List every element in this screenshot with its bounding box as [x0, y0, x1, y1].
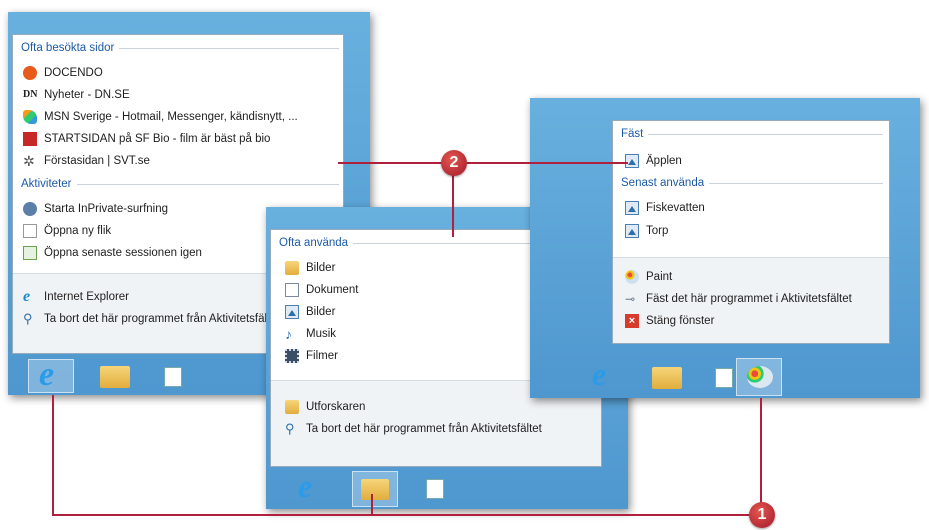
- paint-footer: Paint ⊸ Fäst det här programmet i Aktivi…: [613, 257, 889, 343]
- explorer-item-dokument[interactable]: Dokument: [285, 283, 358, 297]
- new-tab-icon: [23, 224, 37, 238]
- explorer-item-bilder[interactable]: Bilder: [285, 261, 335, 275]
- close-icon: ×: [625, 314, 639, 328]
- ie-task-new-tab[interactable]: Öppna ny flik: [23, 224, 111, 238]
- dn-logo-icon: DN: [23, 89, 38, 100]
- ie-tasks-header: Aktiviteter: [21, 178, 339, 190]
- paint-recent-header: Senast använda: [621, 177, 883, 189]
- ie-footer-app[interactable]: e Internet Explorer: [23, 288, 129, 305]
- paint-footer-app[interactable]: Paint: [625, 270, 672, 284]
- ie-frequent-msn[interactable]: MSN Sverige - Hotmail, Messenger, kändis…: [23, 110, 298, 124]
- sf-bio-icon: [23, 132, 37, 146]
- file-explorer-icon[interactable]: [652, 367, 682, 389]
- unpin-icon: ⚲: [23, 311, 33, 326]
- taskbar-ie-button[interactable]: e: [586, 356, 626, 393]
- callout-one-line-bottom: [52, 514, 762, 516]
- paint-palette-icon: [625, 270, 639, 284]
- file-explorer-icon: [285, 400, 299, 414]
- callout-two-line-horizontal: [338, 162, 628, 164]
- wordpad-icon[interactable]: [715, 368, 733, 388]
- film-icon: [285, 349, 299, 363]
- taskbar-paint-button[interactable]: [736, 358, 782, 396]
- paint-icon: [747, 366, 773, 388]
- paint-recent-fiskevatten[interactable]: Fiskevatten: [625, 201, 705, 215]
- wordpad-icon[interactable]: [164, 367, 182, 387]
- callout-two-badge: 2: [441, 150, 467, 176]
- ie-frequent-dn[interactable]: DN Nyheter - DN.SE: [23, 88, 130, 102]
- explorer-item-filmer[interactable]: Filmer: [285, 349, 338, 363]
- docendo-icon: [23, 66, 37, 80]
- callout-one-line-right: [760, 398, 762, 516]
- explorer-item-musik[interactable]: ♪ Musik: [285, 327, 336, 341]
- callout-one-line-left: [52, 395, 54, 516]
- paint-pinned-applen[interactable]: Äpplen: [625, 154, 682, 168]
- paint-jumplist-panel: Fäst Äpplen Senast använda Fiskevatten T…: [530, 98, 920, 398]
- svt-gear-icon: ✲: [23, 153, 35, 169]
- inprivate-icon: [23, 202, 37, 216]
- ie-footer-unpin[interactable]: ⚲ Ta bort det här programmet från Aktivi…: [23, 312, 280, 326]
- music-note-icon: ♪: [285, 326, 292, 342]
- image-file-icon: [625, 201, 639, 215]
- explorer-footer-app[interactable]: Utforskaren: [285, 400, 365, 414]
- ie-frequent-sfbio[interactable]: STARTSIDAN på SF Bio - film är bäst på b…: [23, 132, 270, 146]
- file-explorer-icon: [361, 479, 389, 500]
- taskbar-explorer-button[interactable]: [352, 471, 398, 507]
- pin-icon: ⊸: [625, 292, 636, 306]
- ie-frequent-header: Ofta besökta sidor: [21, 42, 339, 54]
- taskbar-ie-button[interactable]: e: [292, 468, 332, 505]
- ie-frequent-docendo[interactable]: DOCENDO: [23, 66, 103, 80]
- paint-footer-divider: [613, 257, 889, 258]
- wordpad-icon[interactable]: [426, 479, 444, 499]
- unpin-icon: ⚲: [285, 421, 295, 436]
- ie-frequent-svt[interactable]: ✲ Förstasidan | SVT.se: [23, 154, 150, 168]
- callout-one-line-middle: [371, 494, 373, 516]
- document-icon: [285, 283, 299, 297]
- explorer-footer-unpin[interactable]: ⚲ Ta bort det här programmet från Aktivi…: [285, 422, 542, 436]
- explorer-item-bilder-library[interactable]: Bilder: [285, 305, 335, 319]
- paint-footer-pin[interactable]: ⊸ Fäst det här programmet i Aktivitetsfä…: [625, 292, 852, 306]
- internet-explorer-icon: e: [39, 356, 55, 393]
- file-explorer-icon[interactable]: [100, 366, 130, 388]
- image-file-icon: [625, 154, 639, 168]
- msn-butterfly-icon: [23, 110, 37, 124]
- paint-footer-close[interactable]: × Stäng fönster: [625, 314, 714, 328]
- internet-explorer-icon: e: [23, 288, 31, 305]
- image-file-icon: [625, 224, 639, 238]
- ie-task-reopen-session[interactable]: Öppna senaste sessionen igen: [23, 246, 202, 260]
- paint-recent-torp[interactable]: Torp: [625, 224, 668, 238]
- paint-pinned-header: Fäst: [621, 128, 883, 140]
- ie-task-inprivate[interactable]: Starta InPrivate-surfning: [23, 202, 168, 216]
- paint-taskbar: e: [530, 356, 920, 398]
- paint-jumplist-menu: Fäst Äpplen Senast använda Fiskevatten T…: [612, 120, 890, 344]
- folder-icon: [285, 261, 299, 275]
- reopen-session-icon: [23, 246, 37, 260]
- explorer-taskbar: e: [266, 468, 628, 509]
- pictures-library-icon: [285, 305, 299, 319]
- internet-explorer-icon: e: [592, 356, 607, 392]
- internet-explorer-icon: e: [298, 468, 313, 504]
- callout-one-badge: 1: [749, 502, 775, 528]
- taskbar-ie-button[interactable]: e: [28, 356, 74, 393]
